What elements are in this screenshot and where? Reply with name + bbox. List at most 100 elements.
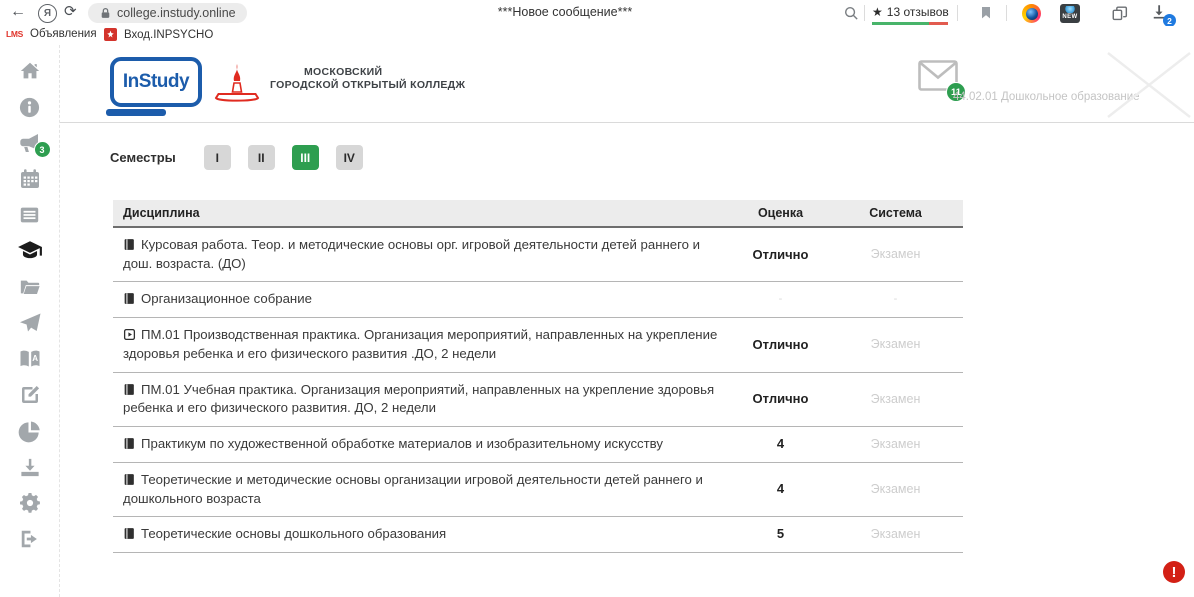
inpsycho-logo-icon bbox=[104, 28, 117, 41]
collections-icon[interactable] bbox=[1110, 4, 1130, 23]
graduation-cap-icon bbox=[16, 238, 44, 264]
sidebar-item-grades[interactable] bbox=[16, 239, 44, 263]
sidebar-item-home[interactable] bbox=[16, 59, 44, 83]
system-value: Экзамен bbox=[828, 462, 963, 516]
system-value: Экзамен bbox=[828, 372, 963, 426]
semester-switcher: Семестры I II III IV bbox=[110, 145, 380, 170]
column-grade: Оценка bbox=[733, 200, 828, 227]
system-value: Экзамен bbox=[828, 227, 963, 282]
column-discipline: Дисциплина bbox=[113, 200, 733, 227]
reviews-rating-bar bbox=[872, 22, 948, 25]
folder-icon bbox=[17, 276, 43, 298]
bookmark-announcements[interactable]: LMS Объявления bbox=[6, 28, 97, 40]
main-content: InStudy МОСКОВСКИЙ ГОРОДСКОЙ ОТКРЫТЫЙ КО… bbox=[60, 45, 1194, 597]
table-row[interactable]: Практикум по художественной обработке ма… bbox=[113, 427, 963, 463]
bookmark-label: Объявления bbox=[30, 28, 97, 40]
image-placeholder-x-icon bbox=[1106, 51, 1192, 119]
downloads-button[interactable]: 2 bbox=[1150, 3, 1172, 25]
bookmark-label: Вход.INPSYCHO bbox=[124, 29, 213, 41]
table-row[interactable]: Теоретические основы дошкольного образов… bbox=[113, 517, 963, 553]
sidebar-item-messages[interactable] bbox=[16, 311, 44, 335]
bookmark-flag-icon[interactable] bbox=[978, 4, 994, 22]
browser-toolbar: ← Я ⟳ college.instudy.online ***Новое со… bbox=[0, 0, 1194, 26]
schedule-list-icon bbox=[17, 204, 42, 226]
announcements-count-badge: 3 bbox=[34, 141, 51, 158]
book-icon bbox=[123, 292, 136, 305]
edit-icon bbox=[18, 383, 42, 407]
semester-tab-3[interactable]: III bbox=[292, 145, 319, 170]
system-value: Экзамен bbox=[828, 427, 963, 463]
table-row[interactable]: Курсовая работа. Теор. и методические ос… bbox=[113, 227, 963, 282]
download-tray-icon bbox=[18, 456, 42, 479]
url-text: college.instudy.online bbox=[117, 6, 236, 20]
college-name: МОСКОВСКИЙ ГОРОДСКОЙ ОТКРЫТЫЙ КОЛЛЕДЖ bbox=[270, 66, 465, 92]
table-header-row: Дисциплина Оценка Система bbox=[113, 200, 963, 227]
college-tower-icon bbox=[212, 62, 262, 110]
sidebar-item-calendar[interactable] bbox=[16, 167, 44, 191]
extension-new-icon[interactable]: NEW bbox=[1060, 4, 1080, 23]
extension-lens-icon[interactable] bbox=[1022, 4, 1041, 23]
yandex-icon[interactable]: Я bbox=[38, 4, 57, 23]
search-icon[interactable] bbox=[843, 5, 860, 22]
column-system: Система bbox=[828, 200, 963, 227]
pie-chart-icon bbox=[17, 419, 42, 444]
star-icon: ★ bbox=[872, 5, 883, 19]
book-icon bbox=[123, 383, 136, 396]
table-row[interactable]: Теоретические и методические основы орга… bbox=[113, 462, 963, 516]
sidebar-item-announcements[interactable]: 3 bbox=[16, 131, 44, 155]
sidebar-item-info[interactable] bbox=[16, 95, 44, 119]
gear-icon bbox=[18, 491, 42, 515]
grade-value: Отлично bbox=[733, 318, 828, 372]
grade-value: 5 bbox=[733, 517, 828, 553]
grades-table: Дисциплина Оценка Система Курсовая работ… bbox=[113, 200, 963, 553]
sidebar-item-logout[interactable] bbox=[16, 527, 44, 551]
sidebar-item-schedule[interactable] bbox=[16, 203, 44, 227]
home-icon bbox=[18, 60, 42, 82]
bookmark-inpsycho[interactable]: Вход.INPSYCHO bbox=[104, 28, 213, 41]
lock-icon bbox=[99, 7, 112, 20]
alert-button[interactable]: ! bbox=[1163, 561, 1185, 583]
instudy-logo-text: InStudy bbox=[123, 71, 189, 93]
sidebar-item-settings[interactable] bbox=[16, 491, 44, 515]
svg-text:A: A bbox=[32, 354, 38, 363]
system-value: Экзамен bbox=[828, 318, 963, 372]
new-badge: NEW bbox=[1062, 14, 1077, 21]
reviews-label: 13 отзывов bbox=[887, 5, 949, 19]
paper-plane-icon bbox=[17, 311, 43, 335]
system-value: Экзамен bbox=[828, 517, 963, 553]
calendar-icon bbox=[18, 167, 42, 191]
logout-icon bbox=[18, 528, 42, 550]
sidebar-item-statistics[interactable] bbox=[16, 419, 44, 443]
tab-title: ***Новое сообщение*** bbox=[498, 5, 632, 19]
book-icon bbox=[123, 527, 136, 540]
sidebar-item-downloads[interactable] bbox=[16, 455, 44, 479]
table-row[interactable]: ПМ.01 Производственная практика. Организ… bbox=[113, 318, 963, 372]
play-icon bbox=[123, 328, 136, 341]
book-icon bbox=[123, 437, 136, 450]
program-label: 44.02.01 Дошкольное образование bbox=[953, 91, 1118, 103]
system-value: - bbox=[828, 282, 963, 318]
grade-value: 4 bbox=[733, 462, 828, 516]
grade-value: 4 bbox=[733, 427, 828, 463]
semesters-label: Семестры bbox=[110, 150, 176, 165]
sidebar-item-compose[interactable] bbox=[16, 383, 44, 407]
semester-tab-2[interactable]: II bbox=[248, 145, 275, 170]
lms-logo-icon: LMS bbox=[6, 29, 23, 39]
semester-tab-1[interactable]: I bbox=[204, 145, 231, 170]
reviews-button[interactable]: ★ 13 отзывов bbox=[872, 5, 949, 19]
table-row[interactable]: ПМ.01 Учебная практика. Организация меро… bbox=[113, 372, 963, 426]
semester-tab-4[interactable]: IV bbox=[336, 145, 363, 170]
translate-book-icon: A bbox=[17, 347, 43, 371]
grade-value: - bbox=[733, 282, 828, 318]
grade-value: Отлично bbox=[733, 372, 828, 426]
sidebar-item-translate[interactable]: A bbox=[16, 347, 44, 371]
address-bar[interactable]: college.instudy.online bbox=[88, 3, 247, 23]
instudy-logo[interactable]: InStudy bbox=[110, 57, 202, 107]
table-row[interactable]: Организационное собрание - - bbox=[113, 282, 963, 318]
toolbar-divider bbox=[1006, 5, 1007, 21]
reload-button[interactable]: ⟳ bbox=[64, 2, 77, 22]
exclamation-icon: ! bbox=[1172, 564, 1177, 581]
sidebar-item-files[interactable] bbox=[16, 275, 44, 299]
back-button[interactable]: ← bbox=[10, 2, 26, 22]
info-icon bbox=[18, 96, 41, 119]
